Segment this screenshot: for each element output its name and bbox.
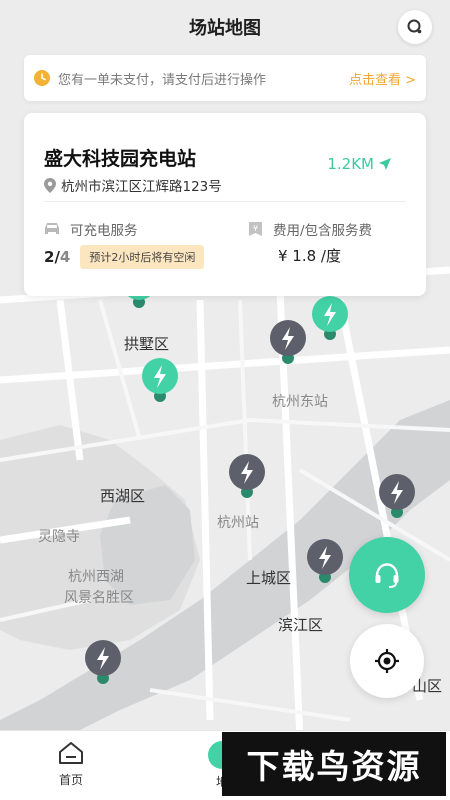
search-icon [407, 19, 422, 34]
station-pin-gray[interactable] [305, 537, 345, 593]
price-value: ¥ 1.8 /度 [278, 247, 341, 265]
tab-home[interactable]: 首页 [41, 741, 101, 788]
forecast-badge: 预计2小时后将有空闲 [80, 245, 205, 269]
map-label-lingyin: 灵隐寺 [38, 529, 80, 545]
crosshair-icon [375, 649, 399, 673]
map-label-binjiang: 滨江区 [278, 616, 324, 634]
price-tag-icon: ¥ [249, 222, 262, 236]
navigate-icon [379, 158, 391, 170]
fee-label: 费用/包含服务费 [273, 223, 373, 239]
headset-icon [375, 563, 399, 588]
watermark-overlay: 下载鸟资源 [222, 732, 446, 796]
home-icon [59, 742, 83, 764]
card-divider [44, 201, 406, 202]
map-label-gongshu: 拱墅区 [124, 335, 170, 353]
total-count: 4 [59, 248, 71, 266]
station-pin-gray[interactable] [83, 638, 123, 694]
tab-home-label: 首页 [58, 773, 83, 787]
clock-icon [34, 70, 50, 86]
station-pin-gray[interactable] [268, 318, 308, 374]
watermark-text: 下载鸟资源 [246, 747, 422, 786]
map-label-hangzhou-east: 杭州东站 [272, 394, 328, 410]
map-label-xihu-scenic-2: 风景名胜区 [64, 590, 134, 606]
availability-block: 可充电服务 2 / 4 预计2小时后将有空闲 [44, 219, 205, 269]
notice-view-link[interactable]: 点击查看 > [349, 69, 416, 88]
station-pin-green[interactable] [140, 356, 180, 412]
station-pin-green[interactable] [310, 294, 350, 350]
notice-message: 您有一单未支付，请支付后进行操作 [58, 72, 267, 88]
station-address: 杭州市滨江区江辉路123号 [61, 179, 222, 195]
map-label-xihu-scenic-1: 杭州西湖 [68, 569, 124, 585]
locate-me-button[interactable] [350, 624, 424, 698]
available-count: 2 [44, 248, 55, 266]
map-label-hangzhou-station: 杭州站 [217, 515, 259, 531]
svg-text:¥: ¥ [253, 224, 258, 233]
map-label-shangcheng: 上城区 [246, 569, 292, 587]
unpaid-notice[interactable]: 您有一单未支付，请支付后进行操作 点击查看 > [24, 55, 426, 101]
customer-service-button[interactable] [349, 537, 425, 613]
availability-label: 可充电服务 [70, 223, 138, 239]
car-icon [45, 223, 59, 234]
station-card[interactable]: 盛大科技园充电站 1.2KM 杭州市滨江区江辉路123号 可充电服务 2 / 4… [24, 113, 426, 296]
search-button[interactable] [398, 10, 432, 44]
station-address-row: 杭州市滨江区江辉路123号 [44, 175, 222, 195]
map-label-xihu: 西湖区 [100, 487, 146, 505]
page-title: 场站地图 [189, 18, 261, 39]
station-pin-gray[interactable] [227, 452, 267, 508]
distance-value: 1.2KM [327, 155, 374, 173]
location-pin-icon [44, 177, 56, 193]
station-name: 盛大科技园充电站 [44, 148, 197, 170]
header: 场站地图 [0, 0, 450, 52]
fee-block: ¥ 费用/包含服务费 ¥ 1.8 /度 [248, 219, 372, 266]
station-distance[interactable]: 1.2KM [327, 155, 392, 173]
station-pin-gray[interactable] [377, 472, 417, 528]
